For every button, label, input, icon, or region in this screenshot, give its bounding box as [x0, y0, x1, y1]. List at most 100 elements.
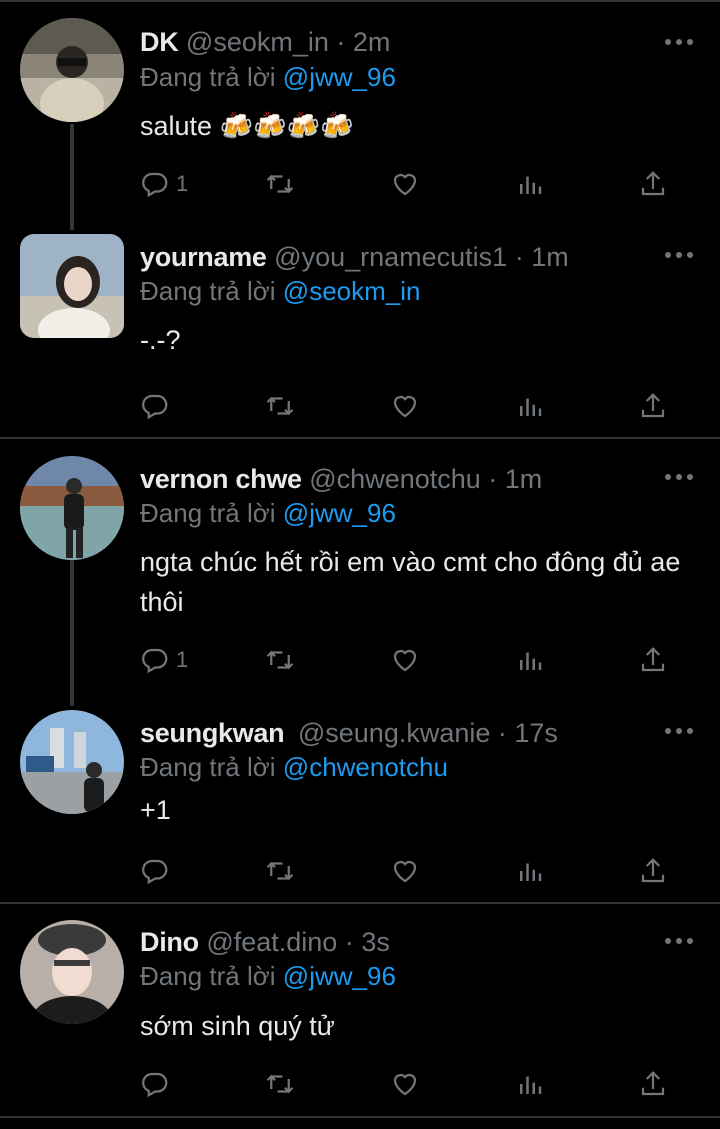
avatar[interactable]: [20, 920, 124, 1024]
avatar[interactable]: [20, 710, 124, 814]
mention-link[interactable]: @seokm_in: [283, 276, 421, 306]
like-button[interactable]: [390, 851, 420, 891]
like-button[interactable]: [390, 164, 420, 204]
handle[interactable]: @you_rnamecutis1: [274, 242, 507, 272]
replying-to: Đang trả lời @jww_96: [140, 960, 396, 992]
views-icon: [520, 1076, 542, 1094]
handle[interactable]: @chwenotchu: [309, 464, 481, 494]
like-icon: [393, 649, 417, 672]
divider: [0, 437, 720, 439]
handle[interactable]: @feat.dino: [206, 927, 337, 957]
tweet-header: seungkwan @seung.kwanie · 17s: [140, 717, 558, 749]
tweet-actions: 1: [140, 164, 700, 204]
more-icon[interactable]: [662, 931, 696, 951]
like-icon: [393, 173, 417, 196]
reply-icon: [142, 1072, 168, 1098]
retweet-button[interactable]: [265, 851, 295, 891]
views-button[interactable]: [515, 386, 545, 426]
replying-to-label: Đang trả lời: [140, 62, 276, 92]
views-button[interactable]: [515, 164, 545, 204]
tweet-header: vernon chwe @chwenotchu · 1m: [140, 463, 542, 495]
timestamp[interactable]: · 1m: [515, 242, 569, 272]
replying-to-label: Đang trả lời: [140, 276, 276, 306]
tweet-header: yourname @you_rnamecutis1 · 1m: [140, 241, 569, 273]
replying-to: Đang trả lời @seokm_in: [140, 275, 420, 307]
timestamp[interactable]: · 2m: [336, 27, 390, 57]
share-button[interactable]: [638, 1064, 668, 1104]
reply-button[interactable]: [140, 1064, 176, 1104]
replying-to: Đang trả lời @jww_96: [140, 497, 396, 529]
retweet-icon: [266, 174, 294, 194]
mention-link[interactable]: @jww_96: [283, 498, 396, 528]
replying-to: Đang trả lời @chwenotchu: [140, 751, 448, 783]
views-icon: [520, 176, 542, 194]
tweet-actions: 1: [140, 640, 700, 680]
timestamp[interactable]: · 17s: [498, 718, 558, 748]
retweet-button[interactable]: [265, 386, 295, 426]
handle[interactable]: @seokm_in: [186, 27, 329, 57]
retweet-button[interactable]: [265, 164, 295, 204]
more-icon[interactable]: [662, 721, 696, 741]
replying-to-label: Đang trả lời: [140, 752, 276, 782]
reply-icon: [142, 394, 168, 420]
reply-button[interactable]: 1: [140, 640, 188, 680]
like-icon: [393, 860, 417, 883]
thread-line: [70, 124, 74, 230]
reply-count: 1: [176, 647, 189, 672]
views-button[interactable]: [515, 851, 545, 891]
share-icon: [641, 171, 665, 196]
tweet-text: salute 🍻🍻🍻🍻: [140, 111, 355, 141]
reply-button[interactable]: [140, 851, 176, 891]
mention-link[interactable]: @chwenotchu: [283, 752, 448, 782]
tweet-text: +1: [140, 795, 171, 825]
handle[interactable]: @seung.kwanie: [298, 718, 491, 748]
reply-icon: [142, 859, 168, 885]
views-icon: [520, 652, 542, 670]
timestamp[interactable]: · 1m: [488, 464, 542, 494]
views-button[interactable]: [515, 1064, 545, 1104]
retweet-button[interactable]: [265, 1064, 295, 1104]
share-icon: [641, 393, 665, 418]
tweet-actions: [140, 851, 700, 891]
share-button[interactable]: [638, 851, 668, 891]
mention-link[interactable]: @jww_96: [283, 961, 396, 991]
tweet-text: -.-?: [140, 325, 181, 355]
share-icon: [641, 858, 665, 883]
replying-to-label: Đang trả lời: [140, 498, 276, 528]
retweet-icon: [266, 1074, 294, 1094]
thread-line: [70, 560, 74, 706]
display-name[interactable]: seungkwan: [140, 718, 285, 748]
avatar[interactable]: [20, 234, 124, 338]
mention-link[interactable]: @jww_96: [283, 62, 396, 92]
share-button[interactable]: [638, 386, 668, 426]
views-button[interactable]: [515, 640, 545, 680]
more-icon[interactable]: [662, 245, 696, 265]
reply-button[interactable]: [140, 386, 176, 426]
reply-button[interactable]: 1: [140, 164, 188, 204]
share-button[interactable]: [638, 640, 668, 680]
display-name[interactable]: yourname: [140, 242, 267, 272]
avatar[interactable]: [20, 18, 124, 122]
more-icon[interactable]: [662, 32, 696, 52]
tweet-text: sớm sinh quý tử: [140, 1011, 335, 1041]
divider: [0, 902, 720, 904]
share-button[interactable]: [638, 164, 668, 204]
like-button[interactable]: [390, 1064, 420, 1104]
display-name[interactable]: DK: [140, 27, 179, 57]
like-button[interactable]: [390, 386, 420, 426]
avatar[interactable]: [20, 456, 124, 560]
views-icon: [520, 863, 542, 881]
share-icon: [641, 647, 665, 672]
replying-to: Đang trả lời @jww_96: [140, 61, 396, 93]
more-icon[interactable]: [662, 467, 696, 487]
display-name[interactable]: vernon chwe: [140, 464, 302, 494]
display-name[interactable]: Dino: [140, 927, 199, 957]
like-icon: [393, 395, 417, 418]
tweet-header: Dino @feat.dino · 3s: [140, 926, 390, 958]
timestamp[interactable]: · 3s: [345, 927, 390, 957]
like-icon: [393, 1073, 417, 1096]
tweet-actions: [140, 1064, 700, 1104]
like-button[interactable]: [390, 640, 420, 680]
tweet-actions: [140, 386, 700, 426]
retweet-button[interactable]: [265, 640, 295, 680]
